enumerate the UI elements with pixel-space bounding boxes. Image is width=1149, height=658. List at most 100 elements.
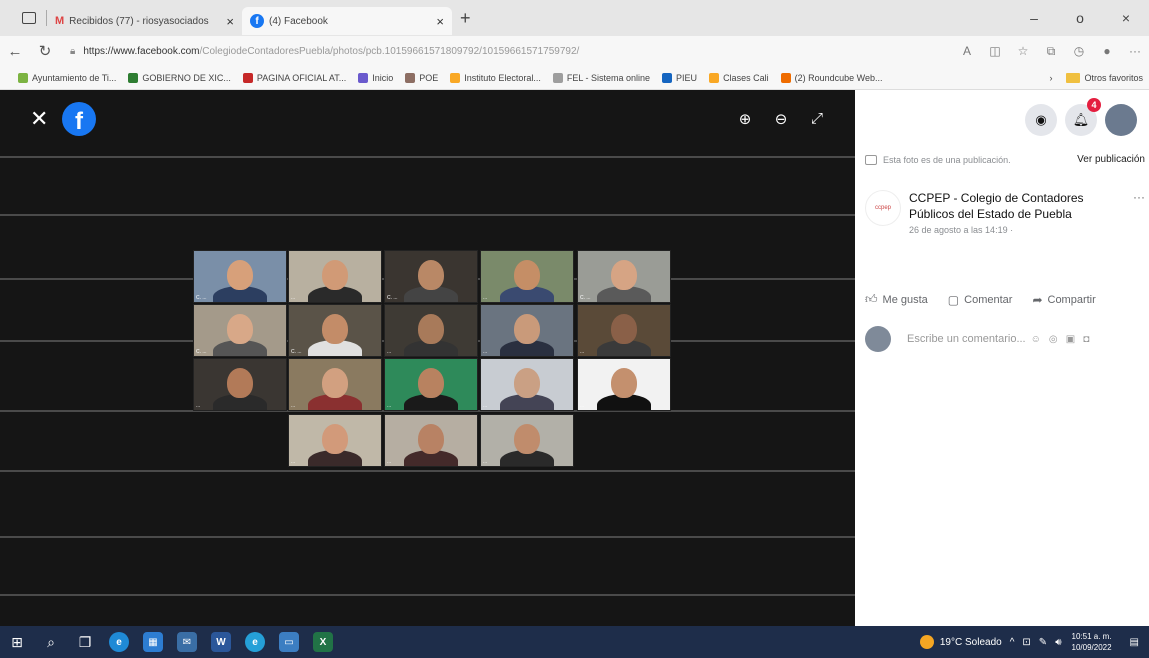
participant-tile: ... xyxy=(480,414,574,467)
zoom-in-icon[interactable]: ⊕ xyxy=(727,110,763,128)
other-favorites[interactable]: › Otros favoritos xyxy=(1049,66,1143,90)
search-icon[interactable]: ⌕ xyxy=(34,626,68,658)
comment-input[interactable]: Escribe un comentario... ☺ ◎ ▣ ◘ xyxy=(901,326,1145,352)
share-icon: ➦ xyxy=(1032,292,1043,307)
favorite-item[interactable]: Clases Cali xyxy=(709,72,769,83)
photos-icon[interactable]: ▭ xyxy=(272,626,306,658)
system-tray: 19°C Soleado ^ ⊡ ✎ 🔊︎ 10:51 a. m. 10/09/… xyxy=(919,626,1149,658)
like-button[interactable]: 👍︎ Me gusta xyxy=(865,292,928,307)
favorite-item[interactable]: Instituto Electoral... xyxy=(450,72,541,83)
post-author: ccpep CCPEP - Colegio de Contadores Públ… xyxy=(865,190,1145,235)
messenger-icon[interactable]: ◉ xyxy=(1025,104,1057,136)
favorite-item[interactable]: FEL - Sistema online xyxy=(552,72,650,83)
tab-close-icon[interactable]: × xyxy=(226,14,234,29)
tab-facebook[interactable]: f (4) Facebook × xyxy=(242,7,452,35)
participant-face xyxy=(322,424,348,454)
favorite-item[interactable]: Inicio xyxy=(358,72,393,83)
folder-icon xyxy=(1066,73,1081,83)
clock[interactable]: 10:51 a. m. 10/09/2022 xyxy=(1072,631,1112,653)
participant-name: C. ... xyxy=(196,349,207,355)
post-actions: 👍︎ Me gusta ▢ Comentar ➦ Compartir xyxy=(865,292,1149,307)
favorite-item[interactable]: POE xyxy=(405,72,438,83)
volume-icon[interactable]: 🔊︎ xyxy=(1055,637,1061,648)
participant-name: C. ... xyxy=(580,295,591,301)
notifications-bell-icon[interactable]: 🔔︎ 4 xyxy=(1065,98,1101,136)
chevron-right-icon[interactable]: › xyxy=(1049,73,1052,83)
edge-icon[interactable]: e xyxy=(102,626,136,658)
url-field[interactable]: 🔒︎ https://www.facebook.com /ColegiodeCo… xyxy=(70,39,943,63)
favorite-icon xyxy=(662,72,673,83)
participant-name: ... xyxy=(291,403,296,409)
post-date[interactable]: 26 de agosto a las 14:19 · xyxy=(909,225,1127,235)
viewer-controls: ⊕ ⊖ ⤢ xyxy=(727,110,835,128)
refresh-icon[interactable]: ↻ xyxy=(30,42,60,60)
thumbs-up-icon: 👍︎ xyxy=(865,292,878,306)
avatar[interactable] xyxy=(1105,104,1137,136)
task-view-icon[interactable]: ❐ xyxy=(68,626,102,658)
zoom-out-icon[interactable]: ⊖ xyxy=(763,110,799,128)
clock-time: 10:51 a. m. xyxy=(1071,632,1112,641)
tab-actions-icon[interactable] xyxy=(22,12,36,24)
notification-center-icon[interactable]: ▤ xyxy=(1130,637,1139,648)
participant-name: ... xyxy=(387,349,392,355)
comment-button[interactable]: ▢ Comentar xyxy=(948,292,1013,307)
maximize-button[interactable]: o xyxy=(1057,10,1103,26)
favorite-item[interactable]: (2) Roundcube Web... xyxy=(780,72,882,83)
collections-icon[interactable]: ⧉ xyxy=(1037,44,1065,59)
history-icon[interactable]: ◷ xyxy=(1065,44,1093,58)
network-icon[interactable]: ⊡ xyxy=(1022,637,1030,648)
extensions-icon[interactable]: ◫ xyxy=(981,44,1009,58)
participant-name: ... xyxy=(483,295,488,301)
windows-start-icon[interactable]: ⊞ xyxy=(0,626,34,658)
page-logo[interactable]: ccpep xyxy=(865,190,901,226)
tab-gmail[interactable]: M Recibidos (77) - riosyasociados × xyxy=(47,7,242,35)
chevron-up-icon[interactable]: ^ xyxy=(1010,637,1015,648)
favorite-item[interactable]: PAGINA OFICIAL AT... xyxy=(242,72,346,83)
emoji-icon[interactable]: ☺ xyxy=(1031,334,1041,345)
participant-tile: ... xyxy=(288,414,382,467)
participant-tile: ... xyxy=(288,250,382,303)
tab-close-icon[interactable]: × xyxy=(436,14,444,29)
participant-face xyxy=(514,314,540,344)
post-icon xyxy=(865,154,877,165)
weather-text[interactable]: 19°C Soleado xyxy=(940,637,1002,648)
video-call-grid[interactable]: C. ...... C. ...... C. ... C. ... C. .......… xyxy=(0,90,855,626)
profile-icon[interactable]: ● xyxy=(1093,44,1121,58)
edge-active-icon[interactable]: e xyxy=(238,626,272,658)
author-name[interactable]: CCPEP - Colegio de Contadores Públicos d… xyxy=(909,190,1127,222)
facebook-logo-icon[interactable]: f xyxy=(62,102,96,136)
mail-icon[interactable]: ✉ xyxy=(170,626,204,658)
word-icon[interactable]: W xyxy=(204,626,238,658)
close-icon[interactable]: ✕ xyxy=(30,106,48,132)
camera-icon[interactable]: ◎ xyxy=(1049,334,1058,345)
more-options-icon[interactable]: ··· xyxy=(1133,190,1145,235)
other-favorites-label: Otros favoritos xyxy=(1084,73,1143,83)
read-aloud-icon[interactable]: A xyxy=(953,44,981,58)
favorite-item[interactable]: Ayuntamiento de Ti... xyxy=(18,72,116,83)
publication-note: Esta foto es de una publicación. Ver pub… xyxy=(865,154,1145,165)
participant-face xyxy=(227,368,253,398)
participant-tile: ... xyxy=(480,358,574,411)
favorites-star-icon[interactable]: ☆ xyxy=(1009,44,1037,58)
settings-more-icon[interactable]: ··· xyxy=(1121,44,1149,58)
pen-icon[interactable]: ✎ xyxy=(1039,637,1047,648)
back-arrow-icon[interactable]: ← xyxy=(0,43,30,60)
gif-icon[interactable]: ▣ xyxy=(1066,334,1075,345)
view-post-link[interactable]: Ver publicación xyxy=(1077,154,1145,165)
participant-name: ... xyxy=(483,349,488,355)
comment-icon: ▢ xyxy=(947,292,960,307)
participant-face xyxy=(418,314,444,344)
favorite-icon xyxy=(405,72,416,83)
favorite-item[interactable]: GOBIERNO DE XIC... xyxy=(128,72,231,83)
minimize-button[interactable]: – xyxy=(1011,10,1057,26)
fullscreen-icon[interactable]: ⤢ xyxy=(799,110,835,128)
browser-tab-bar: M Recibidos (77) - riosyasociados × f (4… xyxy=(0,0,1149,36)
store-icon[interactable]: ▦ xyxy=(136,626,170,658)
close-window-button[interactable]: × xyxy=(1103,10,1149,26)
sticker-icon[interactable]: ◘ xyxy=(1083,334,1089,345)
new-tab-button[interactable]: + xyxy=(460,8,471,29)
share-button[interactable]: ➦ Compartir xyxy=(1032,292,1095,307)
publication-note-text: Esta foto es de una publicación. xyxy=(883,154,1011,165)
favorite-item[interactable]: PIEU xyxy=(662,72,697,83)
excel-icon[interactable]: X xyxy=(306,626,340,658)
